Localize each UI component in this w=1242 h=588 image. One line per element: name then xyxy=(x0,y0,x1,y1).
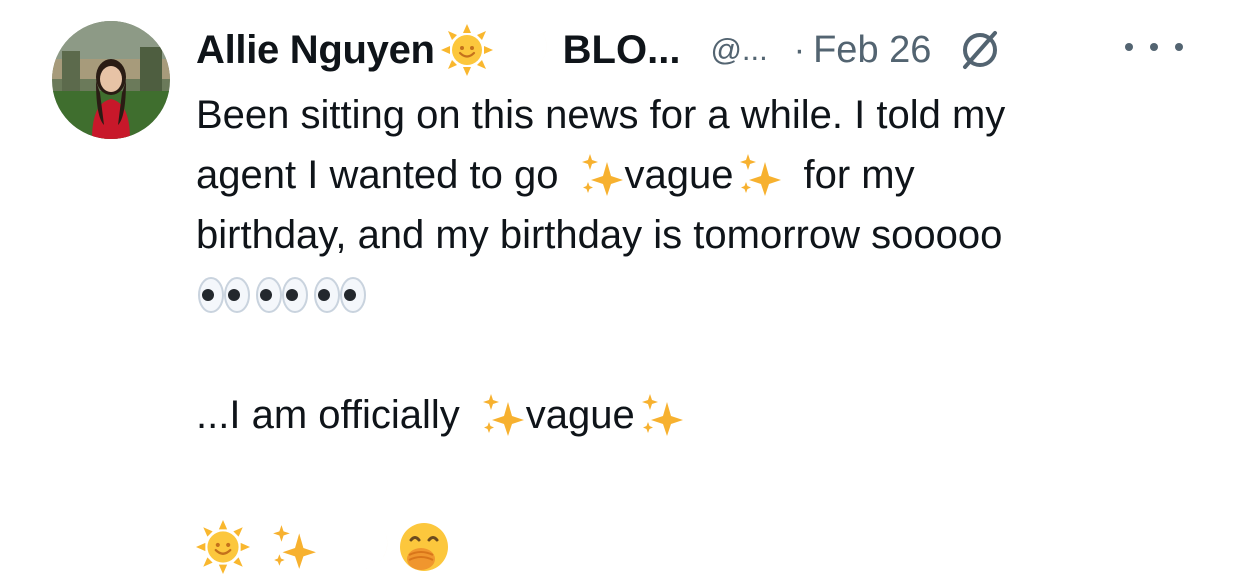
crescent-moon-icon xyxy=(338,520,392,574)
text-line-3: birthday, and my birthday is tomorrow so… xyxy=(196,213,1003,257)
separator-dot: · xyxy=(793,30,806,69)
eyes-icon xyxy=(196,275,254,315)
text-line-5b: vague xyxy=(525,393,635,437)
text-line-2a: agent I wanted to go xyxy=(196,153,559,197)
sparkles-icon xyxy=(270,523,318,571)
sparkles-icon xyxy=(579,152,625,198)
author-handle[interactable]: @... xyxy=(710,32,767,68)
tweet-text: Been sitting on this news for a while. I… xyxy=(196,85,1216,577)
eyes-icon xyxy=(254,275,312,315)
avatar[interactable] xyxy=(52,21,170,139)
text-line-2b: vague xyxy=(624,153,734,197)
author-name-suffix[interactable]: BLO... xyxy=(563,28,681,73)
text-line-5a: ...I am officially xyxy=(196,393,460,437)
text-line: ...I am officially vague xyxy=(196,385,1216,445)
sun-with-face-icon xyxy=(196,520,250,574)
author-display-name[interactable]: Allie Nguyen xyxy=(196,28,435,73)
emoji-line xyxy=(196,265,1216,325)
crescent-moon-icon xyxy=(499,24,551,76)
eyes-icon xyxy=(312,275,370,315)
emoji-line xyxy=(196,517,1216,577)
text-line: agent I wanted to go vague for my xyxy=(196,145,1216,205)
text-line-2c: for my xyxy=(803,153,915,197)
more-options-icon[interactable] xyxy=(1125,32,1183,62)
sun-with-face-icon xyxy=(440,24,493,76)
text-line-1: Been sitting on this news for a while. I… xyxy=(196,93,1006,137)
tweet-date[interactable]: Feb 26 xyxy=(813,29,931,72)
sparkles-icon xyxy=(737,152,783,198)
tweet-header: Allie Nguyen BLO... @... · Feb 26 xyxy=(196,20,1202,80)
face-with-hand-over-mouth-icon xyxy=(396,519,452,575)
tweet[interactable]: Allie Nguyen BLO... @... · Feb 26 Been s… xyxy=(0,0,1242,588)
text-line: birthday, and my birthday is tomorrow so… xyxy=(196,205,1216,265)
null-sign-icon xyxy=(955,25,1005,75)
sparkles-icon xyxy=(639,392,685,438)
sparkles-icon xyxy=(480,392,526,438)
text-line: Been sitting on this news for a while. I… xyxy=(196,85,1216,145)
